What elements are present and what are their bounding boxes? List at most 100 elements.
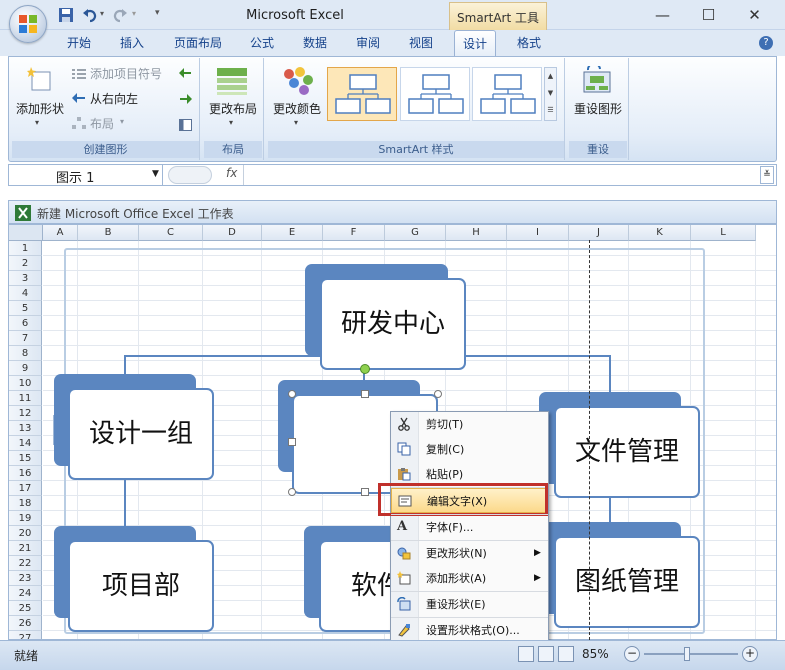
tab-format[interactable]: 格式 xyxy=(508,30,550,56)
right-to-left-button[interactable]: 从右向左 xyxy=(90,90,150,108)
change-layout-button[interactable]: 更改布局 xyxy=(205,100,261,117)
gallery-up-icon[interactable]: ▲ xyxy=(545,68,556,85)
redo-icon[interactable] xyxy=(112,7,128,23)
row-header[interactable]: 17 xyxy=(9,481,42,496)
row-header[interactable]: 5 xyxy=(9,301,42,316)
menu-item-copy[interactable]: 复制(C) xyxy=(391,437,548,462)
row-header[interactable]: 15 xyxy=(9,451,42,466)
rotate-handle-icon[interactable] xyxy=(360,364,370,374)
insert-function-icon[interactable]: fx xyxy=(226,166,237,180)
tab-home[interactable]: 开始 xyxy=(60,30,98,56)
column-header[interactable]: K xyxy=(629,225,691,241)
gallery-down-icon[interactable]: ▼ xyxy=(545,85,556,102)
shape-level3-1[interactable]: 项目部 xyxy=(68,540,214,632)
maximize-button[interactable]: ☐ xyxy=(686,0,731,30)
column-header[interactable]: A xyxy=(43,225,78,241)
menu-item-change-shape[interactable]: 更改形状(N) ▶ xyxy=(391,541,548,566)
formula-bar-handle[interactable] xyxy=(168,166,212,184)
layout-dropdown-icon[interactable]: ▾ xyxy=(120,117,124,126)
menu-item-reset-shape[interactable]: 重设形状(E) xyxy=(391,592,548,617)
save-icon[interactable] xyxy=(58,7,74,23)
row-header[interactable]: 6 xyxy=(9,316,42,331)
undo-icon[interactable] xyxy=(82,7,98,23)
resize-handle[interactable] xyxy=(434,390,442,398)
close-button[interactable]: ✕ xyxy=(732,0,777,30)
shape-level3-3[interactable]: 图纸管理 xyxy=(554,536,700,628)
row-header[interactable]: 16 xyxy=(9,466,42,481)
change-colors-button[interactable]: 更改颜色 xyxy=(270,100,324,117)
row-header[interactable]: 11 xyxy=(9,391,42,406)
row-header[interactable]: 24 xyxy=(9,586,42,601)
row-header[interactable]: 18 xyxy=(9,496,42,511)
column-header[interactable]: G xyxy=(385,225,446,241)
row-header[interactable]: 1 xyxy=(9,241,42,256)
tab-insert[interactable]: 插入 xyxy=(113,30,151,56)
gallery-more-icon[interactable]: ☰ xyxy=(545,102,556,119)
row-header[interactable]: 2 xyxy=(9,256,42,271)
zoom-in-icon[interactable]: + xyxy=(742,646,758,662)
row-header[interactable]: 20 xyxy=(9,526,42,541)
column-header[interactable]: E xyxy=(262,225,323,241)
change-colors-dropdown-icon[interactable]: ▾ xyxy=(294,118,298,127)
column-header[interactable]: L xyxy=(691,225,756,241)
tab-review[interactable]: 审阅 xyxy=(349,30,387,56)
text-pane-icon[interactable] xyxy=(179,119,192,131)
style-gallery-scroll[interactable]: ▲ ▼ ☰ xyxy=(544,67,557,121)
menu-item-cut[interactable]: 剪切(T) xyxy=(391,412,548,437)
expand-formula-icon[interactable]: ≚ xyxy=(760,166,774,184)
column-header[interactable]: F xyxy=(323,225,385,241)
tab-view[interactable]: 视图 xyxy=(402,30,440,56)
zoom-level[interactable]: 85% xyxy=(582,647,609,661)
layout-button[interactable]: 布局 xyxy=(90,115,120,133)
resize-handle[interactable] xyxy=(288,390,296,398)
minimize-button[interactable]: — xyxy=(640,0,685,30)
row-header[interactable]: 8 xyxy=(9,346,42,361)
promote-icon[interactable] xyxy=(179,68,192,78)
page-break-view-icon[interactable] xyxy=(558,646,574,662)
menu-item-font[interactable]: A 字体(F)... xyxy=(391,515,548,540)
name-box-dropdown-icon[interactable]: ▼ xyxy=(152,169,159,179)
page-layout-view-icon[interactable] xyxy=(538,646,554,662)
column-header[interactable]: H xyxy=(446,225,507,241)
resize-handle[interactable] xyxy=(288,488,296,496)
column-header[interactable]: D xyxy=(203,225,262,241)
add-shape-button[interactable]: 添加形状 xyxy=(14,100,66,117)
shape-level2-1[interactable]: 设计一组 xyxy=(68,388,214,480)
change-layout-dropdown-icon[interactable]: ▾ xyxy=(229,118,233,127)
resize-handle[interactable] xyxy=(361,488,369,496)
tab-design[interactable]: 设计 xyxy=(454,30,496,56)
style-gallery-item-3[interactable] xyxy=(472,67,542,121)
style-gallery-item-2[interactable] xyxy=(400,67,470,121)
shape-root[interactable]: 研发中心 xyxy=(320,278,466,370)
resize-handle[interactable] xyxy=(361,390,369,398)
column-header[interactable]: C xyxy=(139,225,203,241)
row-header[interactable]: 10 xyxy=(9,376,42,391)
demote-icon[interactable] xyxy=(179,94,192,104)
formula-input[interactable] xyxy=(248,166,756,184)
row-header[interactable]: 3 xyxy=(9,271,42,286)
row-header[interactable]: 7 xyxy=(9,331,42,346)
row-header[interactable]: 14 xyxy=(9,436,42,451)
style-gallery-item-1[interactable] xyxy=(327,67,397,121)
menu-item-add-shape[interactable]: 添加形状(A) ▶ xyxy=(391,566,548,591)
row-header[interactable]: 19 xyxy=(9,511,42,526)
row-header[interactable]: 27 xyxy=(9,631,42,639)
row-header[interactable]: 25 xyxy=(9,601,42,616)
help-icon[interactable]: ? xyxy=(759,36,773,50)
select-all-corner[interactable] xyxy=(9,225,43,241)
name-box[interactable]: 图示 1 ▼ xyxy=(8,164,163,186)
tab-page-layout[interactable]: 页面布局 xyxy=(168,30,228,56)
row-header[interactable]: 22 xyxy=(9,556,42,571)
row-header[interactable]: 26 xyxy=(9,616,42,631)
tab-formulas[interactable]: 公式 xyxy=(243,30,281,56)
customize-qat-icon[interactable]: ▾ xyxy=(155,8,160,18)
row-header[interactable]: 4 xyxy=(9,286,42,301)
redo-dropdown-icon[interactable]: ▾ xyxy=(132,9,136,18)
normal-view-icon[interactable] xyxy=(518,646,534,662)
add-shape-dropdown-icon[interactable]: ▾ xyxy=(35,118,39,127)
undo-dropdown-icon[interactable]: ▾ xyxy=(100,9,104,18)
column-header[interactable]: I xyxy=(507,225,569,241)
column-header[interactable]: B xyxy=(78,225,139,241)
row-header[interactable]: 12 xyxy=(9,406,42,421)
tab-data[interactable]: 数据 xyxy=(296,30,334,56)
